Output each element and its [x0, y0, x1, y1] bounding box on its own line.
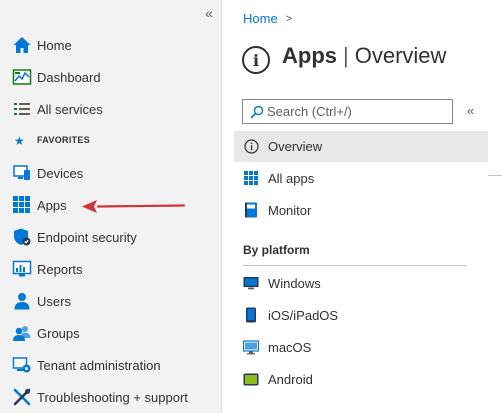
page-title: Apps	[282, 43, 337, 68]
breadcrumb-separator: >	[285, 12, 293, 25]
nav-item-reports[interactable]: Reports	[0, 254, 221, 284]
nav-item-label: Apps	[37, 197, 67, 213]
menu-item-label: Overview	[268, 139, 323, 154]
nav-item-label: Home	[37, 37, 72, 53]
dashboard-icon	[12, 67, 32, 87]
groups-icon	[12, 323, 32, 343]
menu-item-label: macOS	[268, 340, 312, 355]
annotation-arrow	[82, 200, 186, 213]
nav-item-label: Reports	[37, 261, 83, 277]
search-input[interactable]	[267, 104, 447, 119]
monitor-book-icon	[243, 202, 259, 218]
home-icon	[12, 35, 32, 55]
nav-item-groups[interactable]: Groups	[0, 318, 221, 348]
title-separator: |	[343, 43, 349, 68]
info-icon: i	[242, 46, 270, 74]
phone-icon	[243, 307, 259, 323]
mac-monitor-icon	[243, 339, 259, 355]
android-icon	[243, 371, 259, 387]
menu-item-label: Windows	[268, 276, 321, 291]
breadcrumb-home-link[interactable]: Home	[243, 11, 278, 26]
favorites-header: ★ FAVORITES	[0, 131, 221, 151]
nav-item-label: Tenant administration	[37, 357, 161, 373]
collapse-menu-button[interactable]: «	[467, 103, 474, 118]
user-icon	[12, 291, 32, 311]
breadcrumb: Home >	[243, 11, 292, 26]
favorites-label: FAVORITES	[37, 135, 91, 145]
nav-item-label: Devices	[37, 165, 84, 181]
tools-icon	[12, 387, 32, 407]
section-header-by-platform: By platform	[243, 243, 310, 257]
nav-item-tenant-administration[interactable]: Tenant administration	[0, 350, 221, 380]
nav-item-home[interactable]: Home	[0, 30, 221, 60]
menu-item-label: Monitor	[268, 203, 312, 218]
menu-item-all-apps[interactable]: All apps	[234, 163, 488, 194]
menu-item-android[interactable]: Android	[234, 364, 488, 395]
nav-item-label: Endpoint security	[37, 229, 137, 245]
nav-item-label: Users	[37, 293, 71, 309]
menu-item-macos[interactable]: macOS	[234, 332, 488, 363]
shield-icon	[12, 227, 32, 247]
nav-item-label: Dashboard	[37, 69, 101, 85]
search-icon	[247, 105, 267, 119]
menu-item-label: All apps	[268, 171, 315, 186]
star-icon: ★	[14, 134, 25, 148]
menu-item-overview[interactable]: Overview	[234, 131, 488, 162]
info-icon	[243, 138, 259, 154]
collapse-nav-button[interactable]: «	[201, 4, 217, 22]
nav-item-devices[interactable]: Devices	[0, 158, 221, 188]
nav-item-all-services[interactable]: All services	[0, 94, 221, 124]
menu-item-label: iOS/iPadOS	[268, 308, 339, 323]
nav-item-label: Groups	[37, 325, 80, 341]
menu-item-ios-ipados[interactable]: iOS/iPadOS	[234, 300, 488, 331]
tenant-admin-icon	[12, 355, 32, 375]
menu-item-label: Android	[268, 372, 313, 387]
page-subtitle: Overview	[354, 43, 447, 68]
nav-item-endpoint-security[interactable]: Endpoint security	[0, 222, 221, 252]
nav-item-users[interactable]: Users	[0, 286, 221, 316]
page-header: i Apps | Overview	[242, 38, 446, 74]
devices-icon	[12, 163, 32, 183]
apps-grid-icon	[12, 195, 32, 215]
nav-item-label: Troubleshooting + support	[37, 389, 188, 405]
list-icon	[12, 99, 32, 119]
menu-item-monitor[interactable]: Monitor	[234, 195, 488, 226]
nav-item-troubleshooting-support[interactable]: Troubleshooting + support	[0, 382, 221, 412]
search-box[interactable]	[242, 99, 453, 124]
divider	[243, 265, 467, 266]
divider	[488, 175, 502, 176]
windows-monitor-icon	[243, 275, 259, 291]
menu-item-windows[interactable]: Windows	[234, 268, 488, 299]
apps-grid-icon	[243, 170, 259, 186]
nav-item-label: All services	[37, 101, 103, 117]
reports-icon	[12, 259, 32, 279]
nav-item-dashboard[interactable]: Dashboard	[0, 62, 221, 92]
